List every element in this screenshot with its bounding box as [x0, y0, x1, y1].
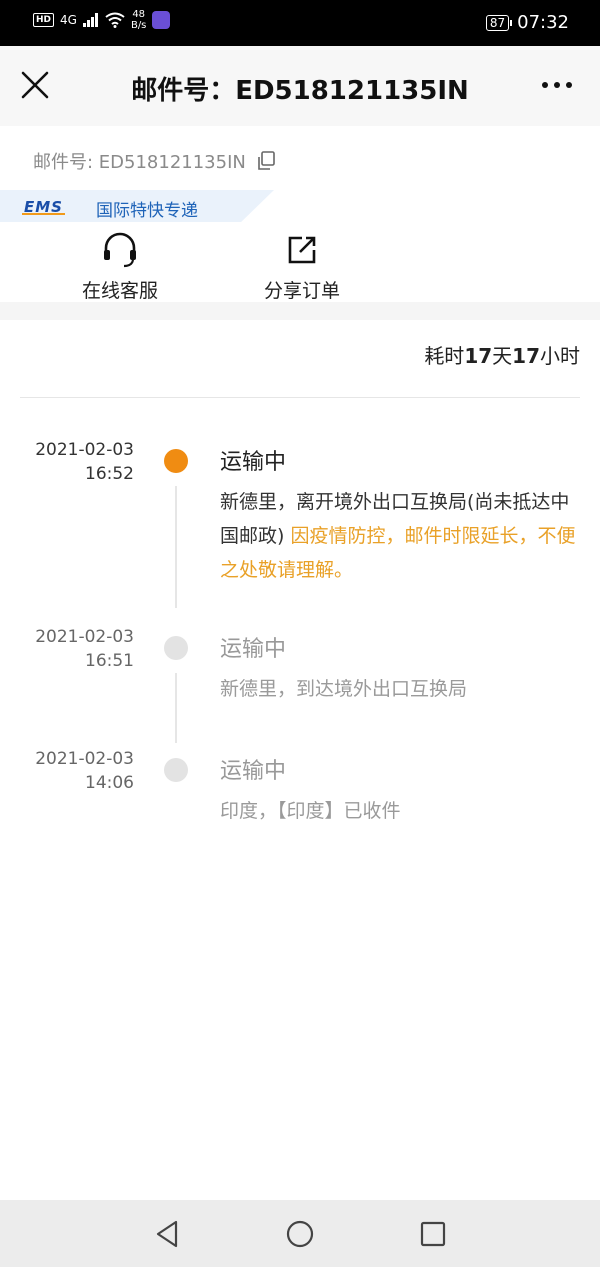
clock: 07:32: [517, 12, 569, 33]
transit-duration: 耗时17天17小时: [424, 340, 580, 369]
speed-unit: B/s: [130, 20, 147, 31]
order-number-row: 邮件号: ED518121135IN: [33, 148, 276, 174]
timeline-line: [175, 486, 177, 608]
share-order-label: 分享订单: [263, 280, 340, 302]
event-time: 14:06: [85, 773, 134, 793]
system-nav-bar: [0, 1200, 600, 1267]
more-dot: [554, 82, 560, 88]
event-time: 16:51: [85, 651, 134, 671]
timeline-dot: [164, 758, 188, 782]
duration-days-unit: 天: [492, 344, 513, 368]
app-notification-icon: [152, 11, 171, 29]
event-date: 2021-02-03: [35, 749, 134, 769]
speed-value: 48: [132, 9, 146, 20]
duration-days: 17: [464, 344, 493, 368]
timeline-line: [175, 673, 177, 743]
event-time: 16:52: [85, 464, 134, 484]
event-status: 运输中: [220, 637, 287, 662]
timeline-dot: [164, 449, 188, 473]
back-icon[interactable]: [152, 1218, 184, 1250]
headset-icon: [104, 232, 136, 268]
event-date: 2021-02-03: [35, 440, 134, 460]
event-timestamp: 2021-02-03 16:52: [14, 438, 134, 486]
wifi-icon: [105, 12, 125, 28]
title-bar: 邮件号：ED518121135IN: [0, 46, 600, 126]
duration-prefix: 耗时: [424, 344, 465, 368]
event-description: 新德里，离开境外出口互换局(尚未抵达中国邮政) 因疫情防控，邮件时限延长，不便之…: [220, 485, 580, 587]
status-right: 87 07:32: [485, 12, 569, 33]
status-left: HD 4G 48 B/s: [33, 9, 171, 31]
home-icon[interactable]: [284, 1218, 316, 1250]
more-options-button[interactable]: [542, 82, 572, 88]
share-icon: [288, 236, 316, 264]
battery-icon: 87: [485, 14, 513, 31]
duration-hours-unit: 小时: [540, 344, 580, 368]
status-bar: HD 4G 48 B/s 87 07:32: [0, 0, 600, 46]
timeline-dot: [164, 636, 188, 660]
more-dot: [566, 82, 572, 88]
event-date: 2021-02-03: [35, 627, 134, 647]
duration-hours: 17: [512, 344, 540, 368]
tracking-panel: 耗时17天17小时 2021-02-03 16:52 运输中 新德里，离开境外出…: [0, 320, 600, 1200]
ems-logo: EMS: [22, 198, 65, 216]
event-timestamp: 2021-02-03 14:06: [14, 747, 134, 795]
divider: [20, 397, 580, 398]
event-timestamp: 2021-02-03 16:51: [14, 625, 134, 673]
carrier-banner: EMS 国际特快专递: [0, 190, 274, 222]
share-order-button[interactable]: 分享订单: [242, 230, 362, 303]
hd-icon: HD: [33, 13, 55, 27]
order-number: 邮件号: ED518121135IN: [33, 152, 246, 173]
carrier-name: 国际特快专递: [96, 201, 198, 221]
event-description: 新德里，到达境外出口互换局: [220, 678, 468, 700]
section-gap: [0, 302, 600, 320]
recent-apps-icon[interactable]: [417, 1218, 449, 1250]
customer-service-button[interactable]: 在线客服: [60, 230, 180, 303]
more-dot: [542, 82, 548, 88]
event-status: 运输中: [220, 759, 287, 784]
signal-icon: [82, 13, 98, 27]
copy-icon[interactable]: [256, 151, 276, 171]
customer-service-label: 在线客服: [81, 280, 158, 302]
event-status: 运输中: [220, 450, 287, 475]
network-type: 4G: [60, 13, 77, 27]
network-speed: 48 B/s: [131, 9, 146, 31]
order-info: 邮件号: ED518121135IN EMS 国际特快专递 在线客服 分享订单: [0, 126, 600, 302]
event-description: 印度，【印度】已收件: [220, 800, 401, 822]
page-title: 邮件号：ED518121135IN: [131, 76, 469, 106]
